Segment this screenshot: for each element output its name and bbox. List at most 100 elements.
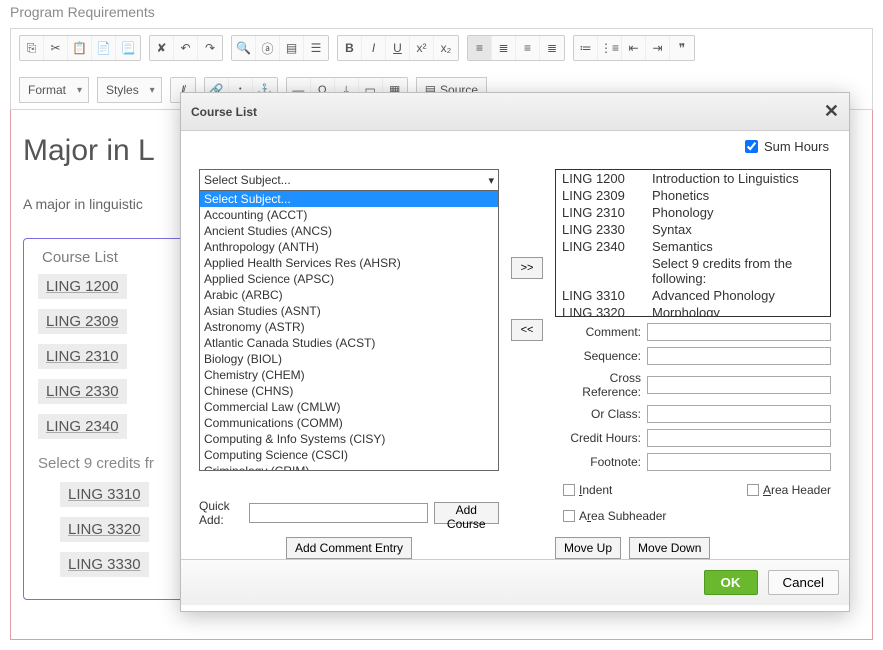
bullet-list-icon[interactable]: ⋮≡: [598, 36, 622, 60]
table-row[interactable]: LING 2310Phonology: [556, 204, 830, 221]
course-code[interactable]: LING 2310: [38, 344, 127, 369]
paste-icon[interactable]: 📋: [68, 36, 92, 60]
subject-option[interactable]: Commercial Law (CMLW): [200, 399, 498, 415]
subject-option[interactable]: Anthropology (ANTH): [200, 239, 498, 255]
sequence-input[interactable]: [647, 347, 831, 365]
page-title: Program Requirements: [10, 4, 873, 20]
area-subheader-label: ea Subheader: [591, 509, 666, 523]
subject-option[interactable]: Atlantic Canada Studies (ACST): [200, 335, 498, 351]
dialog-title: Course List: [191, 105, 257, 119]
credithours-label: Credit Hours:: [555, 431, 641, 445]
ok-button[interactable]: OK: [704, 570, 758, 595]
cancel-button[interactable]: Cancel: [768, 570, 840, 595]
close-icon[interactable]: ✕: [824, 101, 839, 122]
sum-hours-checkbox[interactable]: [745, 140, 758, 153]
subject-option[interactable]: Select Subject...: [200, 191, 498, 207]
subject-option[interactable]: Communications (COMM): [200, 415, 498, 431]
footnote-input[interactable]: [647, 453, 831, 471]
redo-icon[interactable]: ↷: [198, 36, 222, 60]
area-header-label: rea Header: [771, 483, 831, 497]
subject-option[interactable]: Astronomy (ASTR): [200, 319, 498, 335]
quick-add-input[interactable]: [249, 503, 428, 523]
subject-option[interactable]: Computing & Info Systems (CISY): [200, 431, 498, 447]
course-code[interactable]: LING 2340: [38, 414, 127, 439]
subject-option[interactable]: Accounting (ACCT): [200, 207, 498, 223]
paste-text-icon[interactable]: 📄: [92, 36, 116, 60]
footnote-label: Footnote:: [555, 455, 641, 469]
undo-icon[interactable]: ↶: [174, 36, 198, 60]
course-code[interactable]: LING 3330: [60, 552, 149, 577]
course-code[interactable]: LING 3320: [60, 517, 149, 542]
format-select[interactable]: Format: [19, 77, 89, 103]
subject-option[interactable]: Biology (BIOL): [200, 351, 498, 367]
table-row[interactable]: LING 2340Semantics: [556, 238, 830, 255]
course-list-title: Course List: [38, 249, 122, 266]
align-center-icon[interactable]: ≣: [492, 36, 516, 60]
subject-option[interactable]: Chemistry (CHEM): [200, 367, 498, 383]
add-comment-entry-button[interactable]: Add Comment Entry: [286, 537, 412, 559]
subject-option[interactable]: Applied Science (APSC): [200, 271, 498, 287]
subject-option[interactable]: Chinese (CHNS): [200, 383, 498, 399]
subscript-icon[interactable]: x₂: [434, 36, 458, 60]
table-row[interactable]: LING 1200Introduction to Linguistics: [556, 170, 830, 187]
subject-select[interactable]: Select Subject...: [199, 169, 499, 191]
italic-icon[interactable]: I: [362, 36, 386, 60]
clear-format-icon[interactable]: ✘: [150, 36, 174, 60]
area-subheader-checkbox[interactable]: [563, 510, 575, 522]
orclass-input[interactable]: [647, 405, 831, 423]
table-row[interactable]: LING 3310Advanced Phonology: [556, 287, 830, 304]
orclass-label: Or Class:: [555, 407, 641, 421]
numbered-list-icon[interactable]: ≔: [574, 36, 598, 60]
align-justify-icon[interactable]: ≣: [540, 36, 564, 60]
subject-option[interactable]: Asian Studies (ASNT): [200, 303, 498, 319]
subject-option[interactable]: Applied Health Services Res (AHSR): [200, 255, 498, 271]
bold-icon[interactable]: B: [338, 36, 362, 60]
align-left-icon[interactable]: ≡: [468, 36, 492, 60]
credithours-input[interactable]: [647, 429, 831, 447]
course-code[interactable]: LING 3310: [60, 482, 149, 507]
blockquote-icon[interactable]: ❞: [670, 36, 694, 60]
table-row[interactable]: LING 3320Morphology: [556, 304, 830, 317]
comment-input[interactable]: [647, 323, 831, 341]
subject-option[interactable]: Computing Science (CSCI): [200, 447, 498, 463]
styles-select[interactable]: Styles: [97, 77, 162, 103]
outdent-icon[interactable]: ⇤: [622, 36, 646, 60]
comment-label: Comment:: [555, 325, 641, 339]
area-header-checkbox[interactable]: [747, 484, 759, 496]
course-list-dialog: Course List ✕ Sum Hours Select Subject..…: [180, 92, 850, 612]
add-course-button[interactable]: Add Course: [434, 502, 500, 524]
course-code[interactable]: LING 1200: [38, 274, 127, 299]
table-row[interactable]: LING 2309Phonetics: [556, 187, 830, 204]
subject-option[interactable]: Ancient Studies (ANCS): [200, 223, 498, 239]
superscript-icon[interactable]: x²: [410, 36, 434, 60]
sequence-label: Sequence:: [555, 349, 641, 363]
quick-add-label: Quick Add:: [199, 499, 243, 527]
paste-word-icon[interactable]: 📃: [116, 36, 140, 60]
subject-option[interactable]: Arabic (ARBC): [200, 287, 498, 303]
spell-icon[interactable]: ☰: [304, 36, 328, 60]
indent-icon[interactable]: ⇥: [646, 36, 670, 60]
indent-checkbox[interactable]: [563, 484, 575, 496]
selectall-icon[interactable]: ▤: [280, 36, 304, 60]
align-right-icon[interactable]: ≡: [516, 36, 540, 60]
move-down-button[interactable]: Move Down: [629, 537, 710, 559]
underline-icon[interactable]: U: [386, 36, 410, 60]
table-row[interactable]: Select 9 credits from the following:: [556, 255, 830, 287]
find-icon[interactable]: 🔍: [232, 36, 256, 60]
course-code[interactable]: LING 2309: [38, 309, 127, 334]
crossref-label: Cross Reference:: [555, 371, 641, 399]
table-row[interactable]: LING 2330Syntax: [556, 221, 830, 238]
indent-label: ndent: [582, 483, 612, 497]
sum-hours-label: Sum Hours: [764, 139, 829, 154]
add-to-list-button[interactable]: >>: [511, 257, 543, 279]
course-table[interactable]: LING 1200Introduction to LinguisticsLING…: [555, 169, 831, 317]
move-up-button[interactable]: Move Up: [555, 537, 621, 559]
cut-icon[interactable]: ✂: [44, 36, 68, 60]
replace-icon[interactable]: ⓐ: [256, 36, 280, 60]
subject-option[interactable]: Criminology (CRIM): [200, 463, 498, 471]
remove-from-list-button[interactable]: <<: [511, 319, 543, 341]
course-code[interactable]: LING 2330: [38, 379, 127, 404]
copy-icon[interactable]: ⎘: [20, 36, 44, 60]
crossref-input[interactable]: [647, 376, 831, 394]
subject-dropdown[interactable]: Select Subject...Accounting (ACCT)Ancien…: [199, 191, 499, 471]
